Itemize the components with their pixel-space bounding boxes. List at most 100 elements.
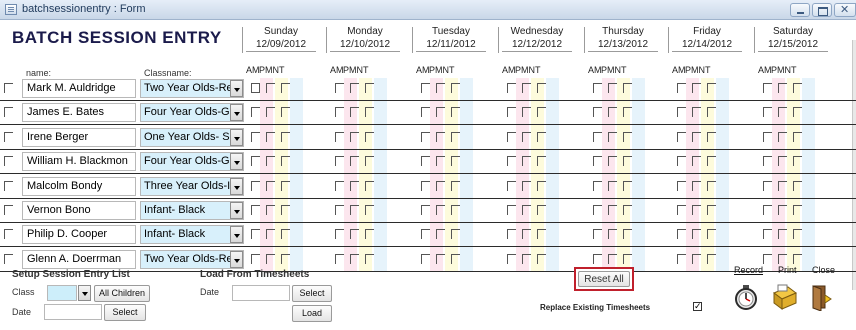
setup-date-field[interactable]	[44, 304, 102, 320]
session-checkbox[interactable]	[522, 131, 531, 142]
session-checkbox[interactable]	[623, 107, 632, 118]
session-checkbox[interactable]	[593, 205, 602, 215]
classname-combo[interactable]: Two Year Olds-Re	[140, 79, 244, 98]
session-checkbox[interactable]	[593, 253, 602, 264]
session-checkbox[interactable]	[793, 205, 802, 215]
child-name-field[interactable]: Mark M. Auldridge	[22, 79, 136, 98]
session-checkbox[interactable]	[778, 107, 787, 118]
session-checkbox[interactable]	[623, 180, 632, 191]
print-icon[interactable]	[768, 283, 797, 311]
maximize-button[interactable]	[812, 3, 832, 17]
session-checkbox[interactable]	[692, 229, 701, 240]
session-checkbox[interactable]	[266, 131, 275, 142]
row-select-checkbox[interactable]	[4, 83, 13, 93]
session-checkbox[interactable]	[623, 83, 632, 93]
session-checkbox[interactable]	[350, 180, 359, 191]
session-checkbox[interactable]	[507, 205, 516, 215]
child-name-field[interactable]: Vernon Bono	[22, 201, 136, 220]
session-checkbox[interactable]	[350, 205, 359, 215]
session-checkbox[interactable]	[281, 107, 290, 118]
all-children-button[interactable]: All Children	[94, 285, 150, 302]
session-checkbox[interactable]	[266, 180, 275, 191]
session-checkbox[interactable]	[281, 156, 290, 167]
row-select-checkbox[interactable]	[4, 156, 13, 167]
session-checkbox[interactable]	[778, 253, 787, 264]
setup-class-field[interactable]	[47, 285, 77, 301]
session-checkbox[interactable]	[436, 83, 445, 93]
session-checkbox[interactable]	[593, 229, 602, 240]
session-checkbox[interactable]	[692, 180, 701, 191]
classname-combo[interactable]: One Year Olds- S	[140, 127, 244, 147]
session-checkbox[interactable]	[677, 107, 686, 118]
session-checkbox[interactable]	[365, 131, 374, 142]
session-checkbox[interactable]	[522, 180, 531, 191]
session-checkbox[interactable]	[507, 156, 516, 167]
session-checkbox[interactable]	[335, 205, 344, 215]
session-checkbox[interactable]	[608, 253, 617, 264]
session-checkbox[interactable]	[537, 205, 546, 215]
session-checkbox[interactable]	[365, 156, 374, 167]
session-checkbox[interactable]	[522, 107, 531, 118]
session-checkbox[interactable]	[436, 229, 445, 240]
session-checkbox[interactable]	[451, 229, 460, 240]
minimize-button[interactable]	[790, 3, 810, 17]
session-checkbox[interactable]	[251, 180, 260, 191]
session-checkbox[interactable]	[251, 83, 260, 93]
session-checkbox[interactable]	[793, 83, 802, 93]
session-checkbox[interactable]	[537, 156, 546, 167]
session-checkbox[interactable]	[763, 229, 772, 240]
classname-dropdown-button[interactable]	[230, 177, 243, 195]
child-name-field[interactable]: William H. Blackmon	[22, 152, 136, 172]
session-checkbox[interactable]	[778, 229, 787, 240]
classname-dropdown-button[interactable]	[230, 80, 243, 97]
session-checkbox[interactable]	[436, 253, 445, 264]
session-checkbox[interactable]	[421, 253, 430, 264]
session-checkbox[interactable]	[522, 253, 531, 264]
session-checkbox[interactable]	[451, 107, 460, 118]
session-checkbox[interactable]	[266, 107, 275, 118]
session-checkbox[interactable]	[677, 229, 686, 240]
classname-combo[interactable]: Infant- Black	[140, 201, 244, 220]
child-name-field[interactable]: Glenn A. Doerrman	[22, 249, 136, 269]
session-checkbox[interactable]	[537, 253, 546, 264]
session-checkbox[interactable]	[335, 253, 344, 264]
session-checkbox[interactable]	[522, 229, 531, 240]
session-checkbox[interactable]	[608, 156, 617, 167]
session-checkbox[interactable]	[778, 180, 787, 191]
close-window-button[interactable]	[834, 3, 856, 17]
session-checkbox[interactable]	[692, 107, 701, 118]
session-checkbox[interactable]	[608, 131, 617, 142]
session-checkbox[interactable]	[507, 107, 516, 118]
classname-combo[interactable]: Four Year Olds-G	[140, 103, 244, 123]
session-checkbox[interactable]	[537, 180, 546, 191]
session-checkbox[interactable]	[793, 180, 802, 191]
session-checkbox[interactable]	[507, 180, 516, 191]
session-checkbox[interactable]	[593, 107, 602, 118]
classname-dropdown-button[interactable]	[230, 153, 243, 171]
session-checkbox[interactable]	[281, 205, 290, 215]
session-checkbox[interactable]	[281, 180, 290, 191]
child-name-field[interactable]: Malcolm Bondy	[22, 176, 136, 196]
exit-door-icon[interactable]	[806, 283, 834, 312]
session-checkbox[interactable]	[350, 131, 359, 142]
session-checkbox[interactable]	[537, 229, 546, 240]
session-checkbox[interactable]	[507, 83, 516, 93]
session-checkbox[interactable]	[522, 83, 531, 93]
session-checkbox[interactable]	[677, 253, 686, 264]
session-checkbox[interactable]	[251, 131, 260, 142]
session-checkbox[interactable]	[677, 156, 686, 167]
classname-dropdown-button[interactable]	[230, 128, 243, 146]
session-checkbox[interactable]	[451, 180, 460, 191]
session-checkbox[interactable]	[421, 180, 430, 191]
session-checkbox[interactable]	[707, 156, 716, 167]
session-checkbox[interactable]	[365, 229, 374, 240]
session-checkbox[interactable]	[707, 131, 716, 142]
row-select-checkbox[interactable]	[4, 107, 13, 118]
session-checkbox[interactable]	[608, 107, 617, 118]
session-checkbox[interactable]	[707, 180, 716, 191]
session-checkbox[interactable]	[451, 131, 460, 142]
session-checkbox[interactable]	[593, 83, 602, 93]
setup-select-button[interactable]: Select	[104, 304, 146, 321]
session-checkbox[interactable]	[266, 229, 275, 240]
session-checkbox[interactable]	[436, 107, 445, 118]
